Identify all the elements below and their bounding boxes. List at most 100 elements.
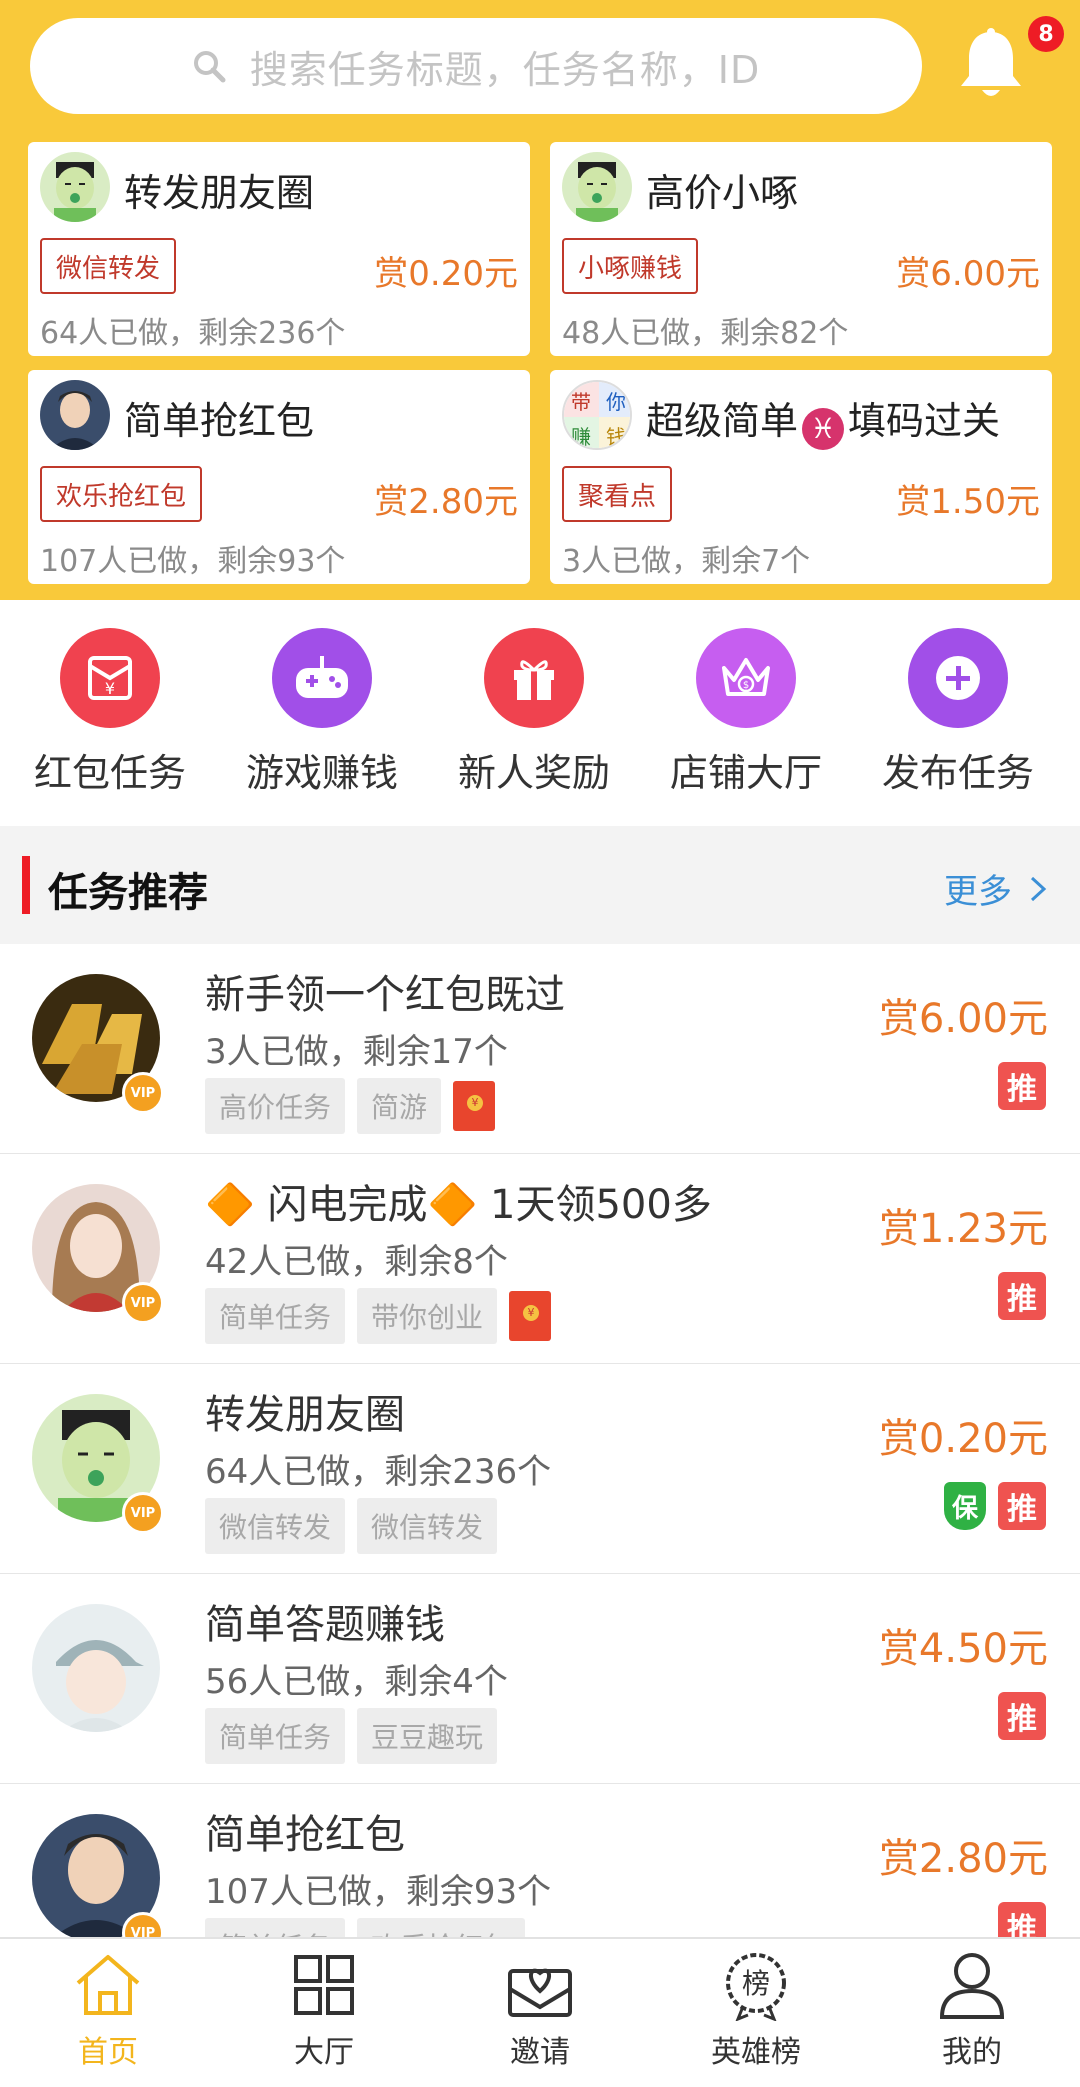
- search-icon: [193, 51, 226, 83]
- gift-icon: [484, 628, 584, 728]
- section-accent-bar: [22, 856, 30, 914]
- category-label: 店铺大厅: [669, 751, 822, 795]
- task-stats: 3人已做，剩余17个: [205, 1032, 508, 1072]
- recommended-section-header: 任务推荐 更多: [0, 826, 1080, 944]
- recommend-badge: 推: [998, 1272, 1046, 1320]
- nav-label: 英雄榜: [711, 2035, 801, 2070]
- nav-invite[interactable]: 邀请: [432, 1949, 648, 2087]
- list-item[interactable]: VIP 转发朋友圈 64人已做，剩余236个 微信转发 微信转发 赏0.20元 …: [0, 1364, 1080, 1574]
- category-shop-hall[interactable]: $ 店铺大厅: [656, 628, 836, 798]
- bell-icon[interactable]: [958, 28, 1024, 102]
- recommend-badge: 推: [998, 1062, 1046, 1110]
- red-envelope-icon: [509, 1291, 552, 1341]
- pisces-icon: ♓: [802, 407, 845, 450]
- nav-home[interactable]: 首页: [0, 1949, 216, 2087]
- task-tags: 简单任务 豆豆趣玩: [205, 1708, 498, 1764]
- category-publish-task[interactable]: 发布任务: [868, 628, 1048, 798]
- header: 搜索任务标题，任务名称，ID 8 转发朋友圈 微信转发 赏0.20元 64人已做…: [0, 0, 1080, 600]
- avatar-char: 你: [606, 390, 626, 414]
- plus-circle-icon: [908, 628, 1008, 728]
- nav-label: 邀请: [510, 2035, 570, 2070]
- task-tags: 简单任务 欢乐抢红包: [205, 1918, 526, 1937]
- red-envelope-icon: ¥: [60, 628, 160, 728]
- category-grid: ¥ 红包任务 游戏赚钱 新人奖励 $ 店铺大厅 发布任务: [0, 600, 1080, 826]
- grid-icon: [294, 1955, 354, 2015]
- category-label: 发布任务: [881, 751, 1034, 795]
- category-red-envelope[interactable]: ¥ 红包任务: [20, 628, 200, 798]
- recommend-badge: 推: [998, 1692, 1046, 1740]
- task-stats: 56人已做，剩余4个: [205, 1662, 508, 1702]
- notification-badge: 8: [1028, 16, 1064, 52]
- card-stats: 64人已做，剩余236个: [40, 316, 346, 351]
- task-reward: 赏1.23元: [878, 1206, 1048, 1252]
- card-title: 转发朋友圈: [124, 171, 315, 215]
- task-tag: 豆豆趣玩: [357, 1708, 498, 1764]
- avatar-char: 带: [571, 390, 591, 414]
- task-tag: 简单任务: [205, 1288, 346, 1344]
- task-tag: 微信转发: [205, 1498, 346, 1554]
- list-item[interactable]: VIP 🔶 闪电完成🔶 1天领500多 42人已做，剩余8个 简单任务 带你创业…: [0, 1154, 1080, 1364]
- task-tags: 简单任务 带你创业: [205, 1288, 552, 1344]
- crown-icon: $: [696, 628, 796, 728]
- task-title: 简单答题赚钱: [205, 1602, 445, 1648]
- task-reward: 赏6.00元: [878, 996, 1048, 1042]
- card-reward: 赏1.50元: [896, 482, 1040, 522]
- task-tag: 简单任务: [205, 1708, 346, 1764]
- search-bar[interactable]: 搜索任务标题，任务名称，ID: [30, 18, 922, 114]
- card-title: 简单抢红包: [124, 399, 315, 443]
- gamepad-icon: [272, 628, 372, 728]
- avatar-char: 赚: [571, 425, 591, 449]
- avatar: [40, 380, 110, 450]
- task-list: VIP 新手领一个红包既过 3人已做，剩余17个 高价任务 简游 赏6.00元 …: [0, 944, 1080, 1937]
- nav-hall[interactable]: 大厅: [216, 1949, 432, 2087]
- chevron-right-icon: [1030, 876, 1047, 901]
- task-tag: 欢乐抢红包: [357, 1918, 526, 1937]
- task-stats: 64人已做，剩余236个: [205, 1452, 552, 1492]
- task-title: 🔶 闪电完成🔶 1天领500多: [205, 1182, 712, 1228]
- list-item[interactable]: VIP 简单抢红包 107人已做，剩余93个 简单任务 欢乐抢红包 赏2.80元…: [0, 1784, 1080, 1937]
- top-task-card[interactable]: 简单抢红包 欢乐抢红包 赏2.80元 107人已做，剩余93个: [28, 370, 530, 584]
- card-tag: 小啄赚钱: [562, 238, 699, 294]
- guarantee-badge: 保: [944, 1482, 986, 1530]
- nav-ranking[interactable]: 榜 英雄榜: [648, 1949, 864, 2087]
- more-label: 更多: [944, 872, 1012, 912]
- category-game[interactable]: 游戏赚钱: [232, 628, 412, 798]
- section-title: 任务推荐: [48, 870, 208, 916]
- recommend-badge: 推: [998, 1482, 1046, 1530]
- home-icon: [76, 1955, 140, 2015]
- nav-label: 大厅: [294, 2035, 354, 2070]
- category-label: 游戏赚钱: [245, 751, 398, 795]
- list-item[interactable]: VIP 新手领一个红包既过 3人已做，剩余17个 高价任务 简游 赏6.00元 …: [0, 944, 1080, 1154]
- red-envelope-icon: [453, 1081, 496, 1131]
- task-title: 简单抢红包: [205, 1812, 405, 1858]
- task-tag: 微信转发: [357, 1498, 498, 1554]
- card-stats: 3人已做，剩余7个: [562, 544, 811, 579]
- avatar: [40, 152, 110, 222]
- task-tag: 简游: [357, 1078, 442, 1134]
- category-newbie-reward[interactable]: 新人奖励: [444, 628, 624, 798]
- avatar: [562, 152, 632, 222]
- nav-label: 首页: [78, 2035, 138, 2070]
- invite-envelope-icon: [508, 1968, 572, 2017]
- task-reward: 赏0.20元: [878, 1416, 1048, 1462]
- top-task-card[interactable]: 带 你 赚 钱 超级简单 ♓ 填码过关 聚看点 赏1.50元 3人已做，剩余7个: [550, 370, 1052, 584]
- nav-mine[interactable]: 我的: [864, 1949, 1080, 2087]
- vip-badge: VIP: [122, 1072, 164, 1114]
- more-link[interactable]: 更多: [944, 864, 1052, 913]
- task-reward: 赏2.80元: [878, 1836, 1048, 1882]
- top-task-card[interactable]: 高价小啄 小啄赚钱 赏6.00元 48人已做，剩余82个: [550, 142, 1052, 356]
- card-title: 高价小啄: [646, 171, 799, 215]
- top-task-card[interactable]: 转发朋友圈 微信转发 赏0.20元 64人已做，剩余236个: [28, 142, 530, 356]
- ranking-badge-char: 榜: [742, 1967, 770, 2000]
- list-item[interactable]: 简单答题赚钱 56人已做，剩余4个 简单任务 豆豆趣玩 赏4.50元 推: [0, 1574, 1080, 1784]
- task-title: 转发朋友圈: [205, 1392, 405, 1438]
- recommend-badge: 推: [998, 1902, 1046, 1937]
- task-reward: 赏4.50元: [878, 1626, 1048, 1672]
- card-stats: 107人已做，剩余93个: [40, 544, 346, 579]
- task-stats: 107人已做，剩余93个: [205, 1872, 552, 1912]
- svg-text:$: $: [743, 680, 749, 691]
- card-tag: 微信转发: [40, 238, 177, 294]
- ranking-badge-icon: 榜: [726, 1953, 786, 2021]
- search-placeholder: 搜索任务标题，任务名称，ID: [249, 47, 761, 92]
- card-tag: 聚看点: [562, 466, 673, 522]
